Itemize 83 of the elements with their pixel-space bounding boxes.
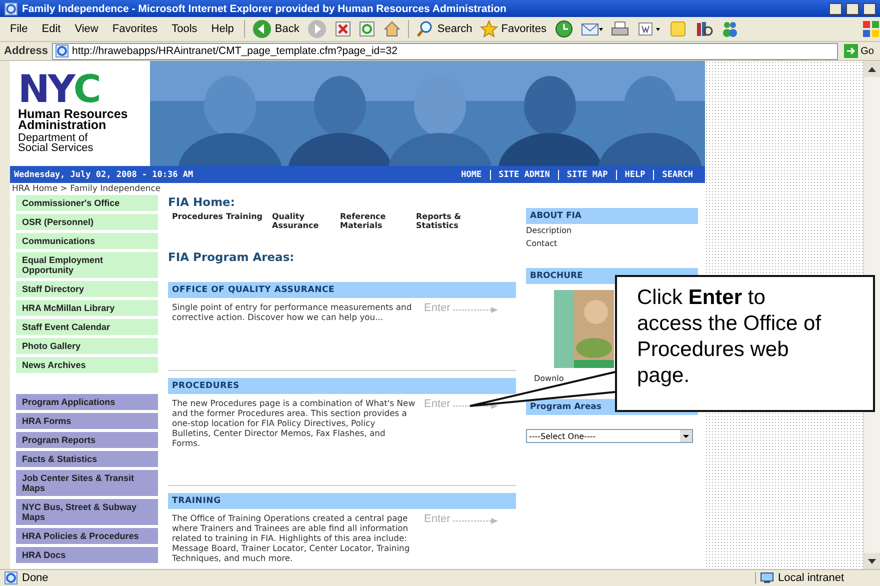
search-icon: [416, 20, 434, 38]
nav-link[interactable]: HELP: [616, 170, 654, 180]
menu-item[interactable]: Edit: [36, 23, 67, 35]
sidebar-link[interactable]: Commissioner's Office: [16, 195, 158, 211]
zone-text: Local intranet: [778, 572, 844, 584]
browser-icon: [4, 2, 18, 16]
menu-item[interactable]: File: [4, 23, 34, 35]
close-button[interactable]: [863, 2, 876, 14]
about-heading: ABOUT FIA: [526, 208, 698, 224]
sidebar-link[interactable]: Equal Employment Opportunity: [16, 252, 158, 278]
favorites-button[interactable]: Favorites: [477, 18, 550, 40]
sidebar-link[interactable]: Staff Event Calendar: [16, 319, 158, 335]
history-icon: [554, 20, 572, 38]
sidebar-link[interactable]: Communications: [16, 233, 158, 249]
sidebar-link[interactable]: Program Applications: [16, 394, 158, 410]
go-button[interactable]: Go: [842, 44, 876, 58]
section-heading: FIA Program Areas:: [168, 250, 296, 264]
stop-icon: [335, 21, 352, 37]
department-name: Department of Social Services: [18, 133, 94, 153]
sidebar-link[interactable]: NYC Bus, Street & Subway Maps: [16, 499, 158, 525]
sidebar-link[interactable]: HRA Docs: [16, 547, 158, 563]
document-icon: [636, 20, 660, 38]
maximize-button[interactable]: [846, 2, 859, 14]
address-field[interactable]: http://hrawebapps/HRAintranet/CMT_page_template.cfm?page_id=32: [52, 42, 838, 60]
sidebar-link[interactable]: Facts & Statistics: [16, 451, 158, 467]
refresh-icon: [359, 21, 376, 37]
sidebar-link[interactable]: OSR (Personnel): [16, 214, 158, 230]
nav-link[interactable]: SITE ADMIN: [490, 170, 559, 180]
section-link[interactable]: Quality Assurance: [272, 212, 334, 230]
logo-letter: Y: [48, 71, 74, 107]
menu-item[interactable]: View: [68, 23, 104, 35]
callout-tooltip: Click Enter to access the Office of Procedures web page.: [615, 275, 875, 412]
sidebar-link[interactable]: Photo Gallery: [16, 338, 158, 354]
program-area-description: The new Procedures page is a combination of What's New and the former Procedures area. This section provides a one-stop location for FIA Policy Directives, Policy Bulletins, Center Director Memos, Fax Flashes, and Forms.: [172, 398, 416, 448]
sidebar-link[interactable]: HRA Forms: [16, 413, 158, 429]
nav-link[interactable]: SEARCH: [654, 170, 701, 180]
breadcrumb: HRA Home > Family Independence: [11, 183, 162, 195]
sidebar-link[interactable]: Staff Directory: [16, 281, 158, 297]
about-link[interactable]: Description: [526, 224, 698, 237]
page-heading: FIA Home:: [168, 195, 236, 209]
network-icon: [760, 572, 774, 584]
program-areas-select[interactable]: ----Select One----: [526, 429, 693, 443]
arrow-icon: [453, 305, 500, 315]
books-icon: [694, 20, 712, 38]
sidebar-link[interactable]: Program Reports: [16, 432, 158, 448]
sidebar-link[interactable]: Job Center Sites & Transit Maps: [16, 470, 158, 496]
page-icon: [55, 44, 70, 58]
home-icon: [383, 20, 402, 38]
people-icon: [720, 20, 738, 38]
minimize-button[interactable]: [829, 2, 842, 14]
sidebar-link[interactable]: HRA Policies & Procedures: [16, 528, 158, 544]
menu-item[interactable]: Tools: [166, 23, 204, 35]
date-text: Wednesday, July 02, 2008 - 10:36 AM: [14, 170, 194, 180]
about-link[interactable]: Contact: [526, 237, 698, 250]
sidebar-link[interactable]: HRA McMillan Library: [16, 300, 158, 316]
star-icon: [480, 20, 498, 38]
program-area-heading: TRAINING: [168, 493, 516, 509]
sidebar-link[interactable]: News Archives: [16, 357, 158, 373]
section-link[interactable]: Training: [226, 212, 266, 230]
window-title: Family Independence - Microsoft Internet Explorer provided by Human Resources Administration: [22, 2, 508, 14]
menu-item[interactable]: Help: [205, 23, 240, 35]
nav-link[interactable]: SITE MAP: [558, 170, 617, 180]
search-button[interactable]: Search: [413, 18, 476, 40]
back-button[interactable]: Back: [248, 18, 302, 40]
status-text: Done: [22, 572, 50, 584]
program-area-heading: PROCEDURES: [168, 378, 516, 394]
scroll-up-icon[interactable]: [868, 66, 876, 72]
logo-letter: C: [73, 71, 100, 107]
menu-item[interactable]: Favorites: [106, 23, 164, 35]
organization-name: Human Resources Administration: [18, 109, 129, 131]
logo-letter: N: [18, 71, 48, 107]
program-area-description: The Office of Training Operations created a central page where Trainers and Trainees are able find all information related to training in FIA. Highlights of this area include: Message Board, Trainer Locator, Center Locator, Training Techniques, and much more.: [172, 513, 411, 563]
printer-icon: [610, 20, 628, 38]
note-icon: [668, 20, 686, 38]
arrow-icon: [453, 516, 500, 526]
program-area-heading: OFFICE OF QUALITY ASSURANCE: [168, 282, 516, 298]
program-area-description: Single point of entry for performance measurements and corrective action. Discover how we can help you...: [172, 302, 413, 322]
section-link[interactable]: Reference Materials: [340, 212, 410, 230]
address-label: Address: [4, 45, 48, 57]
section-link[interactable]: Reports & Statistics: [416, 212, 486, 230]
scroll-down-icon[interactable]: [868, 558, 876, 564]
nav-link[interactable]: HOME: [453, 170, 491, 180]
page-icon: [4, 571, 18, 585]
